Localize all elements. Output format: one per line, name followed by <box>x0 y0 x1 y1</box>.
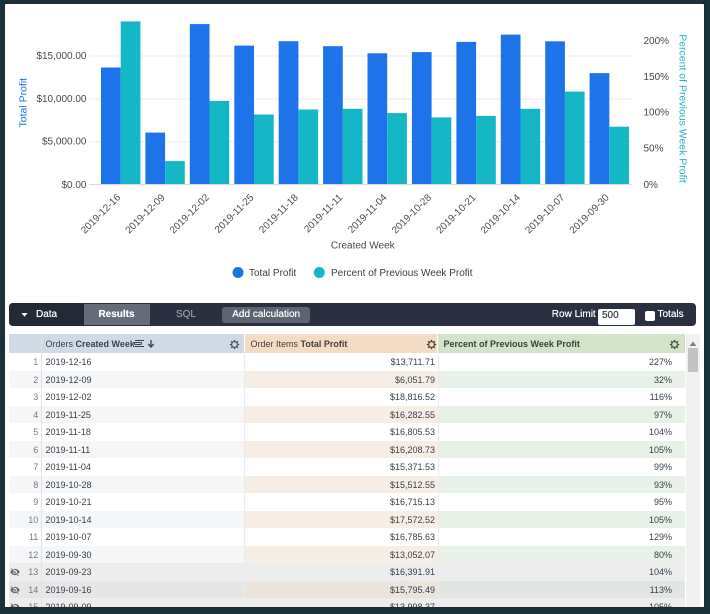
svg-text:2019-11-25: 2019-11-25 <box>213 192 257 236</box>
svg-text:2019-11-11: 2019-11-11 <box>302 192 345 235</box>
svg-text:Total Profit: Total Profit <box>249 268 296 279</box>
svg-text:Percent of Previous Week Profi: Percent of Previous Week Profit <box>331 268 473 279</box>
svg-text:2019-09-30: 2019-09-30 <box>568 192 612 236</box>
svg-text:0%: 0% <box>644 180 659 191</box>
svg-text:200%: 200% <box>644 36 670 47</box>
svg-text:150%: 150% <box>644 72 670 83</box>
svg-text:2019-10-21: 2019-10-21 <box>435 192 479 236</box>
svg-text:$0.00: $0.00 <box>61 180 86 191</box>
svg-text:$15,000.00: $15,000.00 <box>36 51 86 62</box>
svg-text:Created Week: Created Week <box>331 241 396 252</box>
svg-text:2019-12-16: 2019-12-16 <box>79 192 123 236</box>
svg-text:$10,000.00: $10,000.00 <box>36 94 86 105</box>
svg-text:2019-10-14: 2019-10-14 <box>479 192 523 236</box>
svg-text:2019-10-07: 2019-10-07 <box>523 192 567 236</box>
svg-text:2019-10-28: 2019-10-28 <box>390 192 434 236</box>
svg-text:2019-12-09: 2019-12-09 <box>124 192 168 236</box>
svg-text:50%: 50% <box>644 144 664 155</box>
svg-text:Total Profit: Total Profit <box>18 78 30 128</box>
svg-text:2019-11-18: 2019-11-18 <box>257 192 301 236</box>
svg-text:$5,000.00: $5,000.00 <box>42 137 87 148</box>
svg-text:100%: 100% <box>644 108 670 119</box>
svg-text:2019-12-02: 2019-12-02 <box>168 192 212 236</box>
svg-text:Percent of Previous Week Profi: Percent of Previous Week Profit <box>677 34 689 183</box>
svg-text:2019-11-04: 2019-11-04 <box>346 192 390 236</box>
